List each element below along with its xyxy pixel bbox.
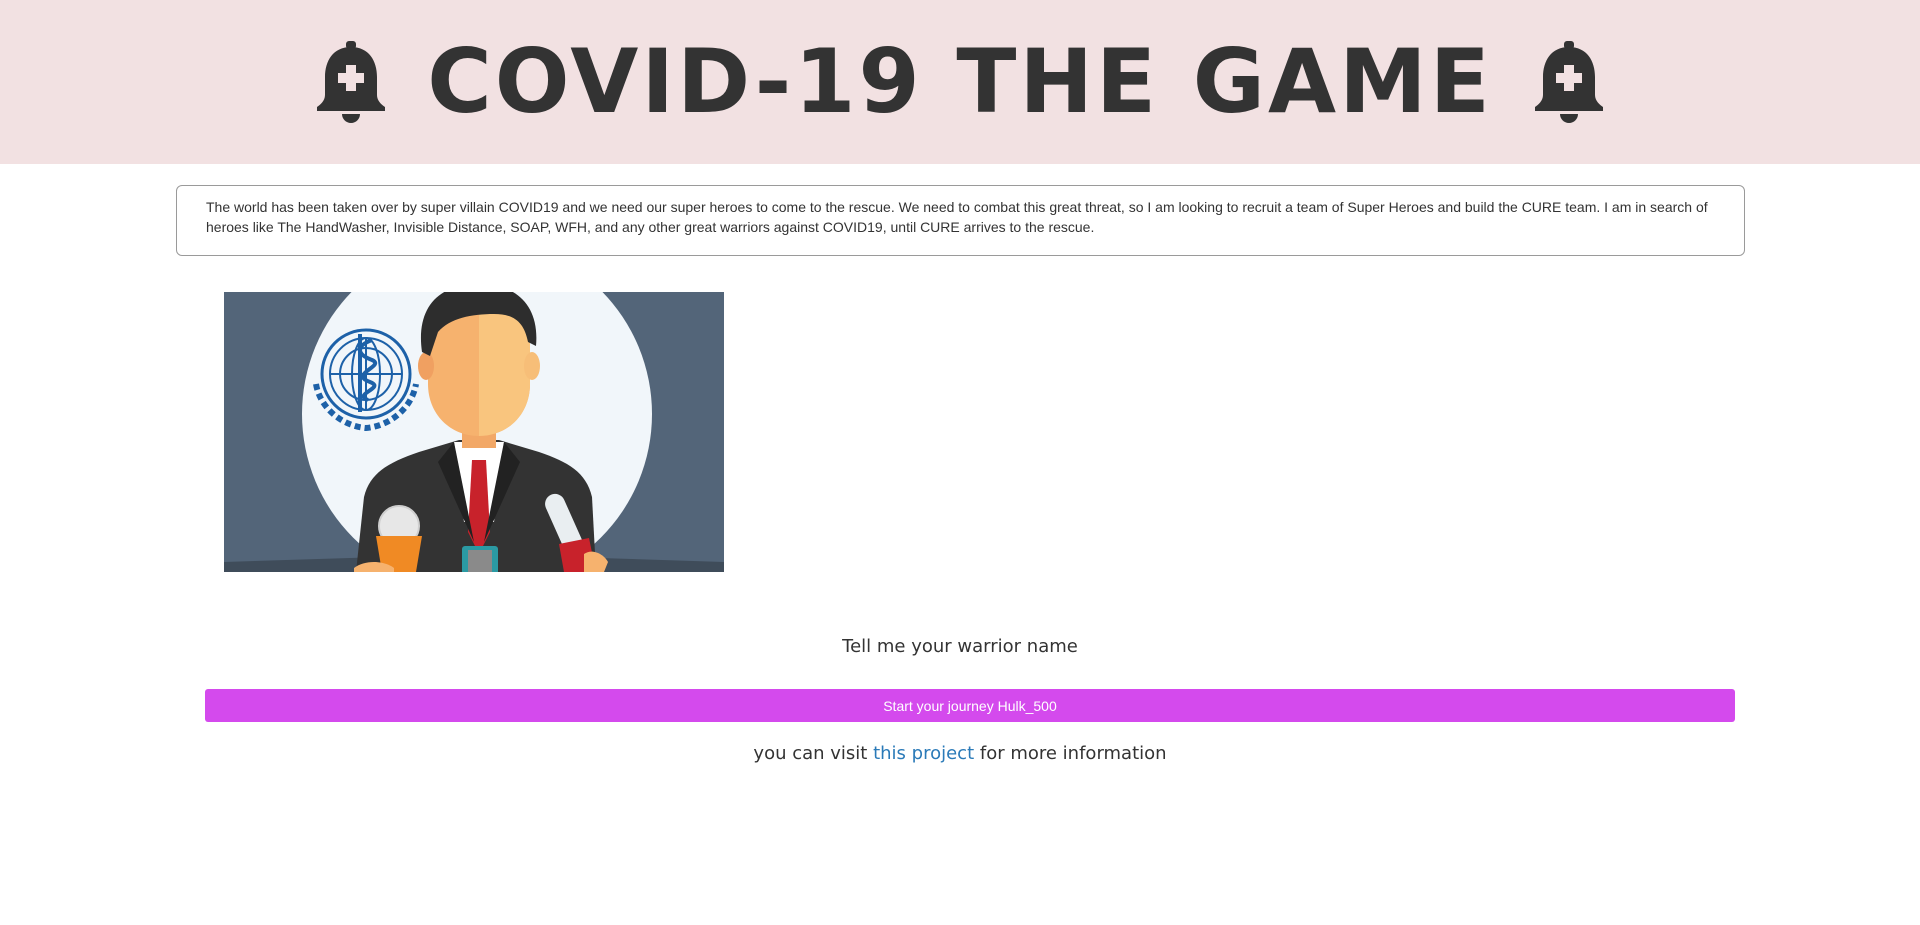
footer-prefix: you can visit bbox=[753, 743, 874, 764]
header-inner: COVID-19 THE GAME bbox=[315, 38, 1605, 126]
bell-plus-icon bbox=[317, 41, 386, 123]
page-header: COVID-19 THE GAME bbox=[0, 0, 1920, 164]
footer-suffix: for more information bbox=[974, 743, 1167, 764]
hero-image bbox=[224, 292, 724, 572]
bell-plus-icon bbox=[1534, 41, 1603, 123]
microphone-center-icon bbox=[462, 546, 498, 572]
start-journey-button[interactable]: Start your journey Hulk_500 bbox=[205, 689, 1735, 722]
project-link[interactable]: this project bbox=[873, 743, 974, 764]
intro-text: The world has been taken over by super v… bbox=[206, 199, 1708, 235]
warrior-name-prompt: Tell me your warrior name bbox=[842, 636, 1078, 657]
press-conference-illustration bbox=[224, 292, 724, 572]
page-title: COVID-19 THE GAME bbox=[427, 30, 1493, 133]
intro-panel: The world has been taken over by super v… bbox=[176, 185, 1745, 256]
footer-note: you can visit this project for more info… bbox=[0, 743, 1920, 764]
